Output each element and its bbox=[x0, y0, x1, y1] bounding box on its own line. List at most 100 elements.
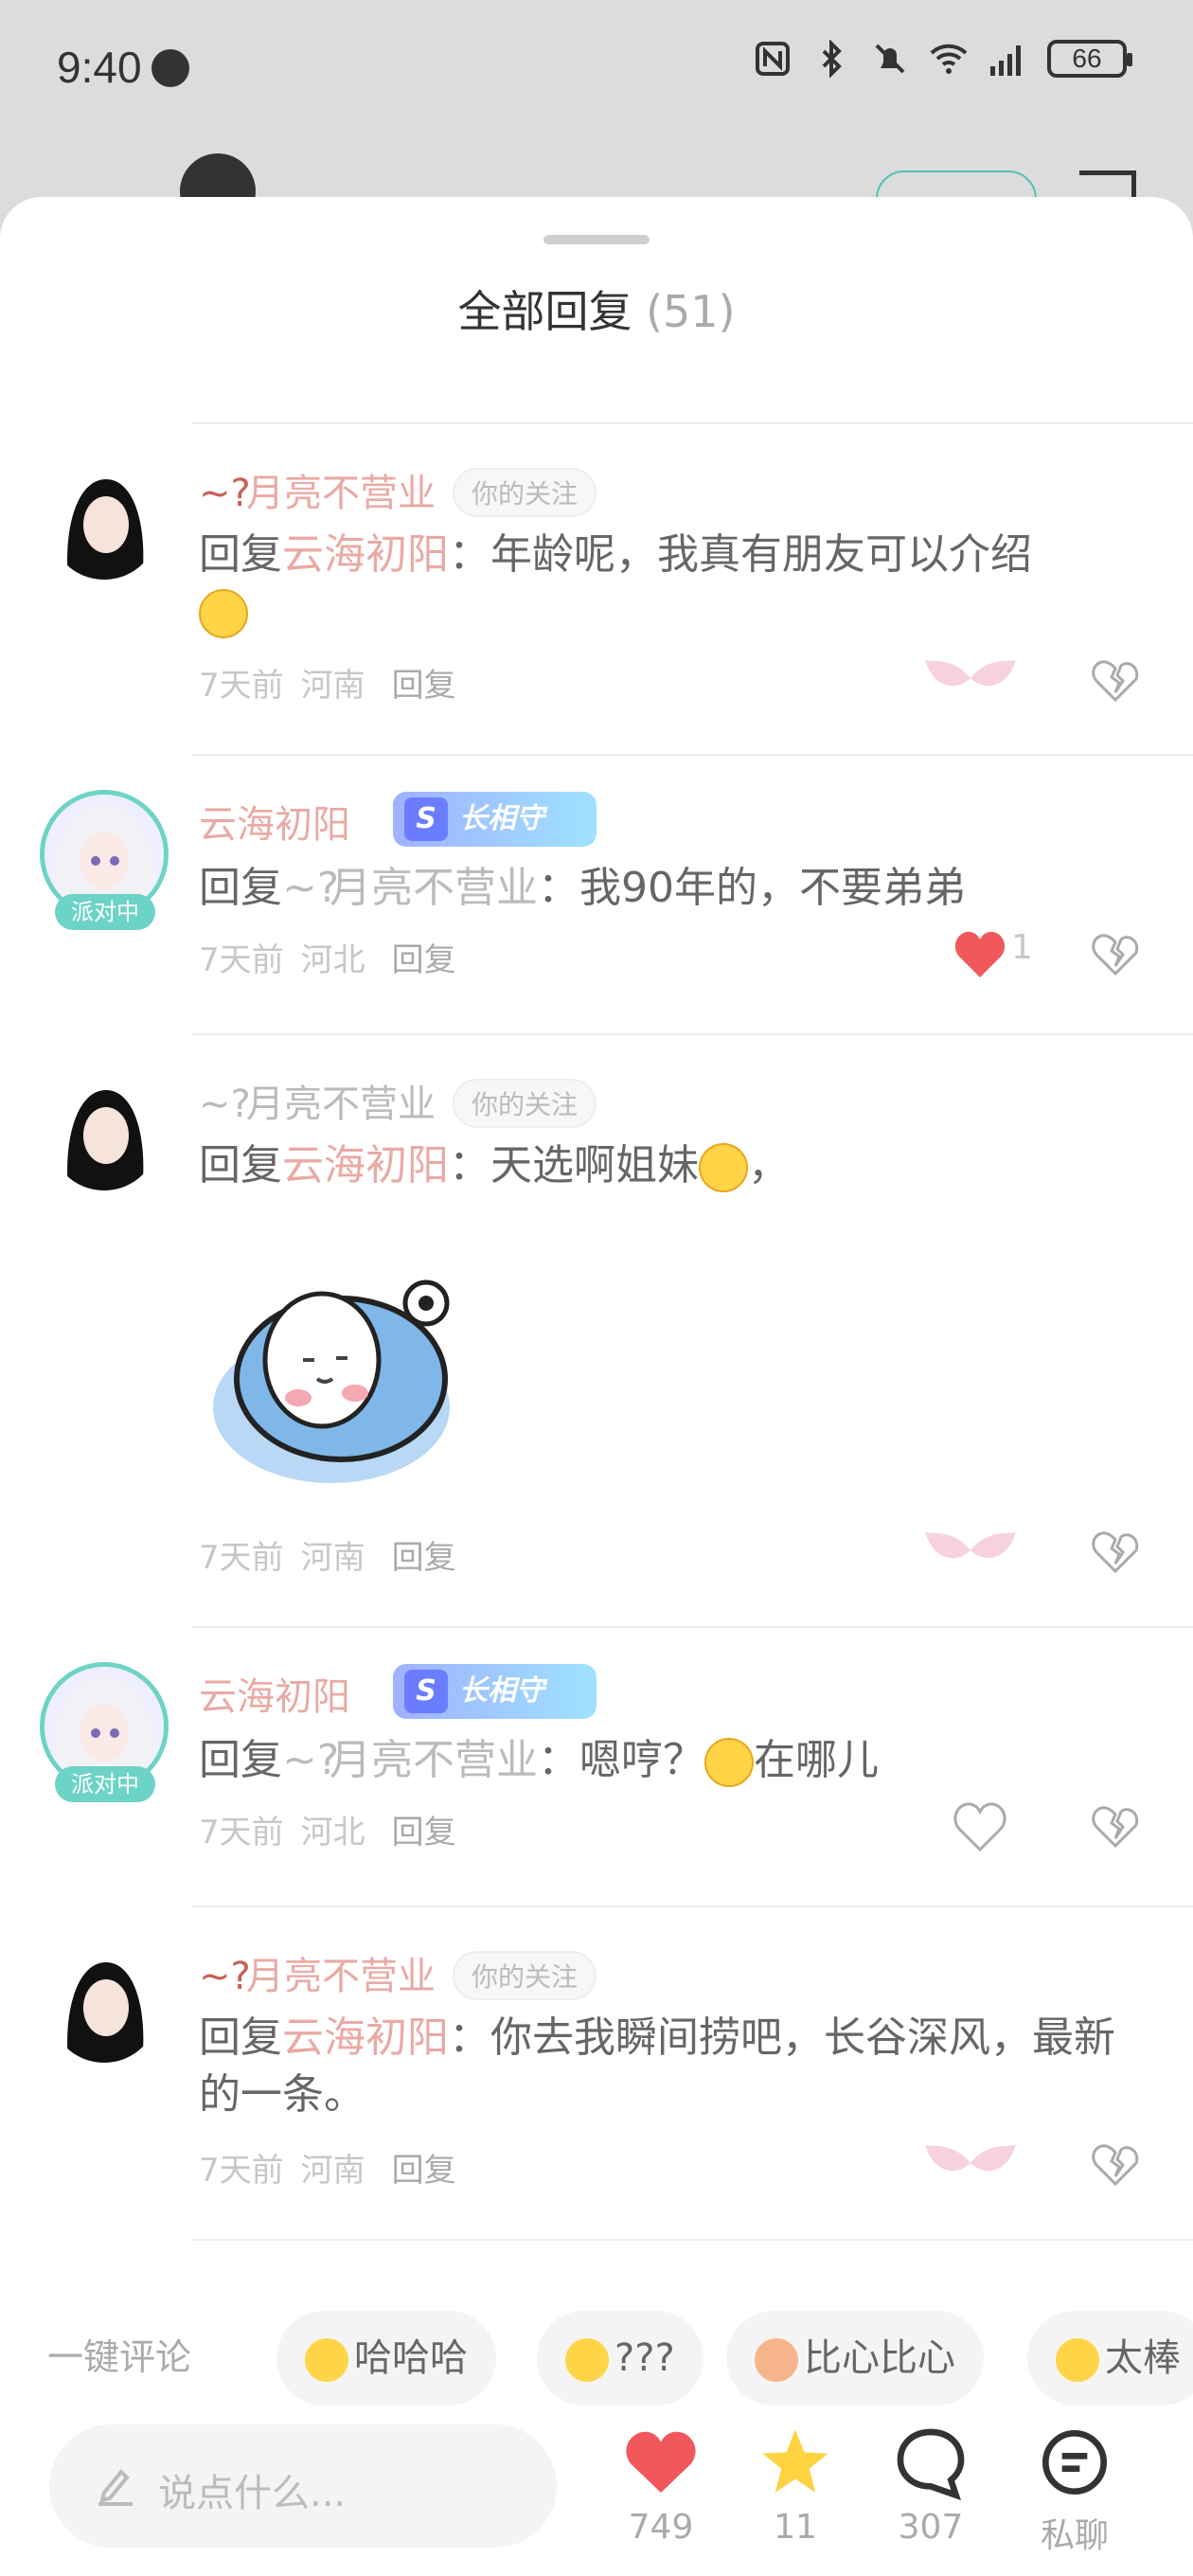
avatar[interactable] bbox=[49, 470, 159, 580]
comment-body-suffix: 在哪儿 bbox=[754, 1736, 879, 1784]
nfc-icon bbox=[756, 42, 790, 76]
mute-icon bbox=[875, 44, 905, 74]
chat-icon bbox=[1042, 2430, 1107, 2495]
reply-prefix: 回复 bbox=[199, 864, 282, 912]
wifi-icon bbox=[930, 44, 968, 74]
comment-item: 派对中 云海初阳 S 长相守 回复~?月亮不营业：嗯哼？ 在哪儿 7天前 河北 回复 bbox=[0, 1626, 1193, 1905]
username-text[interactable]: 月亮不营业 bbox=[246, 1082, 436, 1126]
comment-time: 7天前 bbox=[199, 1814, 284, 1852]
hug-emoji-icon bbox=[699, 1143, 748, 1192]
reply-button[interactable]: 回复 bbox=[392, 2152, 456, 2190]
reply-target[interactable]: 云海初阳 bbox=[282, 2013, 449, 2062]
reply-button[interactable]: 回复 bbox=[392, 941, 456, 979]
comment-text[interactable]: 回复云海初阳：天选啊姐妹 ， bbox=[199, 1137, 1146, 1194]
username[interactable]: ~?月亮不营业 bbox=[199, 1945, 436, 2000]
comment-meta: 7天前 河南 回复 bbox=[199, 2144, 473, 2191]
comment-location: 河南 bbox=[300, 1539, 365, 1577]
broken-heart-icon[interactable] bbox=[1089, 1526, 1142, 1579]
quick-comment-chip[interactable]: 比心比心 bbox=[726, 2311, 984, 2406]
follow-tag: 你的关注 bbox=[453, 468, 597, 517]
flushed-emoji-icon bbox=[704, 1738, 754, 1787]
replies-sheet: 全部回复 (51) ~?月亮不营业 你的关注 回复云海初阳：年龄呢，我真有朋友可… bbox=[0, 197, 1193, 2576]
reply-prefix: 回复 bbox=[199, 530, 282, 579]
divider bbox=[192, 1905, 1193, 1907]
drag-handle[interactable] bbox=[543, 235, 650, 244]
comment-item: ~?月亮不营业 你的关注 回复云海初阳：你去我瞬间捞吧，长谷深风，最新的一条。 … bbox=[0, 1905, 1193, 2239]
broken-heart-icon[interactable] bbox=[1089, 2138, 1142, 2191]
comment-button[interactable]: 307 bbox=[874, 2424, 988, 2547]
divider bbox=[192, 1626, 1193, 1628]
reply-prefix: 回复 bbox=[199, 2013, 282, 2062]
divider bbox=[192, 754, 1193, 756]
comment-body: ：天选啊姐妹 bbox=[449, 1141, 699, 1190]
reply-count: (51) bbox=[646, 286, 736, 337]
comment-text[interactable]: 回复~?月亮不营业：嗯哼？ 在哪儿 bbox=[199, 1732, 1146, 1789]
comment-text[interactable]: 回复云海初阳：年龄呢，我真有朋友可以介绍 bbox=[199, 527, 1146, 640]
username-text[interactable]: 月亮不营业 bbox=[246, 472, 436, 515]
like-button[interactable]: 749 bbox=[604, 2424, 718, 2547]
reply-button[interactable]: 回复 bbox=[392, 667, 456, 705]
bluetooth-icon bbox=[822, 40, 842, 78]
comment-body-suffix: ， bbox=[748, 1141, 790, 1190]
comment-input[interactable]: 说点什么... bbox=[49, 2424, 557, 2548]
angel-wings-icon[interactable] bbox=[923, 650, 1018, 707]
signal-icon bbox=[990, 45, 1021, 76]
avatar[interactable] bbox=[49, 1081, 159, 1190]
vip-s-icon: S bbox=[404, 797, 448, 841]
heart-outline-icon[interactable] bbox=[952, 1798, 1008, 1855]
vip-s-icon: S bbox=[404, 1670, 448, 1713]
chip-label: 太棒 bbox=[1105, 2336, 1181, 2380]
live-badge: 派对中 bbox=[55, 894, 155, 930]
reply-prefix: 回复 bbox=[199, 1141, 282, 1190]
reply-target[interactable]: 云海初阳 bbox=[282, 1141, 449, 1190]
reply-target[interactable]: ~?月亮不营业 bbox=[282, 864, 538, 912]
divider bbox=[192, 2239, 1193, 2241]
comment-input-placeholder: 说点什么... bbox=[158, 2472, 347, 2515]
angel-wings-icon[interactable] bbox=[923, 1522, 1018, 1579]
comment-time: 7天前 bbox=[199, 941, 284, 979]
angel-wings-icon[interactable] bbox=[923, 2135, 1018, 2191]
grin-emoji-icon bbox=[199, 589, 248, 638]
comment-count: 307 bbox=[898, 2508, 964, 2547]
heart-liked-icon[interactable] bbox=[952, 926, 1008, 983]
broken-heart-icon[interactable] bbox=[1089, 1800, 1142, 1853]
reply-button[interactable]: 回复 bbox=[392, 1539, 456, 1577]
divider bbox=[192, 422, 1193, 424]
quick-comment-chip[interactable]: 哈哈哈 bbox=[276, 2311, 496, 2406]
comment-meta: 7天前 河南 回复 bbox=[199, 1531, 473, 1578]
username[interactable]: ~?月亮不营业 bbox=[199, 462, 436, 517]
comment-text[interactable]: 回复云海初阳：你去我瞬间捞吧，长谷深风，最新的一条。 bbox=[199, 2010, 1146, 2123]
username-text[interactable]: 月亮不营业 bbox=[246, 1955, 436, 1998]
reply-target[interactable]: ~?月亮不营业 bbox=[282, 1736, 538, 1784]
laughing-emoji-icon bbox=[305, 2338, 348, 2382]
reply-target[interactable]: 云海初阳 bbox=[282, 530, 449, 579]
comment-text[interactable]: 回复~?月亮不营业：我90年的，不要弟弟 bbox=[199, 860, 1146, 917]
username[interactable]: 云海初阳 bbox=[199, 794, 350, 849]
comment-time: 7天前 bbox=[199, 1539, 284, 1577]
username[interactable]: ~?月亮不营业 bbox=[199, 1073, 436, 1128]
quick-comment-bar: 一键评论 哈哈哈 ??? 比心比心 太棒 bbox=[0, 2301, 1193, 2406]
fish-sticker-image[interactable] bbox=[199, 1256, 483, 1493]
quick-comment-chip[interactable]: 太棒 bbox=[1027, 2311, 1193, 2406]
follow-tag: 你的关注 bbox=[453, 1079, 597, 1128]
reply-button[interactable]: 回复 bbox=[392, 1814, 456, 1852]
username[interactable]: 云海初阳 bbox=[199, 1666, 350, 1721]
status-icons: 66 bbox=[754, 40, 1132, 78]
quick-comment-chip[interactable]: ??? bbox=[537, 2311, 703, 2406]
reply-target-text[interactable]: 月亮不营业 bbox=[329, 1736, 538, 1784]
comment-item: 派对中 云海初阳 S 长相守 回复~?月亮不营业：我90年的，不要弟弟 7天前 河北… bbox=[0, 754, 1193, 1033]
reply-target-text[interactable]: 月亮不营业 bbox=[329, 864, 538, 912]
reply-prefix: 回复 bbox=[199, 1736, 282, 1784]
comment-location: 河北 bbox=[300, 1814, 365, 1852]
comment-meta: 7天前 河南 回复 bbox=[199, 659, 473, 706]
comment-location: 河南 bbox=[300, 667, 365, 705]
broken-heart-icon[interactable] bbox=[1089, 654, 1142, 707]
comment-body: ：嗯哼？ bbox=[538, 1736, 704, 1784]
thumbs-up-emoji-icon bbox=[1056, 2338, 1099, 2382]
private-chat-button[interactable]: 私聊 bbox=[1018, 2424, 1131, 2557]
sheet-title-text: 全部回复 bbox=[457, 286, 632, 337]
avatar[interactable] bbox=[49, 1953, 159, 2063]
quick-comment-label: 一键评论 bbox=[47, 2336, 192, 2378]
broken-heart-icon[interactable] bbox=[1089, 928, 1142, 981]
favorite-button[interactable]: 11 bbox=[739, 2424, 852, 2547]
